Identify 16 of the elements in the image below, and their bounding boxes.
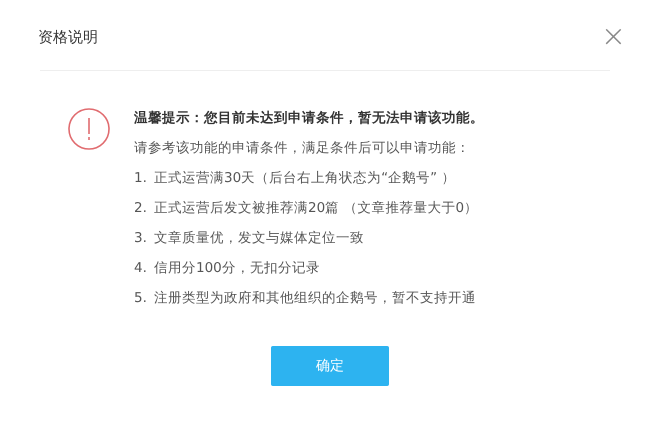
notice-heading: 温馨提示：您目前未达到申请条件，暂无法申请该功能。 (134, 109, 484, 128)
warning-icon (68, 108, 110, 150)
condition-number: 3. (134, 229, 148, 248)
notice-intro: 请参考该功能的申请条件，满足条件后可以申请功能： (134, 139, 471, 158)
condition-number: 4. (134, 259, 148, 278)
condition-text: 信用分100分，无扣分记录 (154, 260, 320, 276)
confirm-button[interactable]: 确定 (271, 346, 389, 386)
condition-text: 文章质量优，发文与媒体定位一致 (154, 230, 364, 246)
condition-text: 正式运营满30天（后台右上角状态为“企鹅号” ） (154, 170, 456, 186)
close-button[interactable]: × (600, 22, 626, 52)
condition-number: 2. (134, 199, 148, 218)
condition-number: 5. (134, 289, 148, 308)
dialog-title: 资格说明 (38, 26, 98, 48)
condition-number: 1. (134, 169, 148, 188)
condition-text: 注册类型为政府和其他组织的企鹅号，暂不支持开通 (154, 290, 476, 306)
condition-text: 正式运营后发文被推荐满20篇 （文章推荐量大于0） (154, 200, 478, 216)
